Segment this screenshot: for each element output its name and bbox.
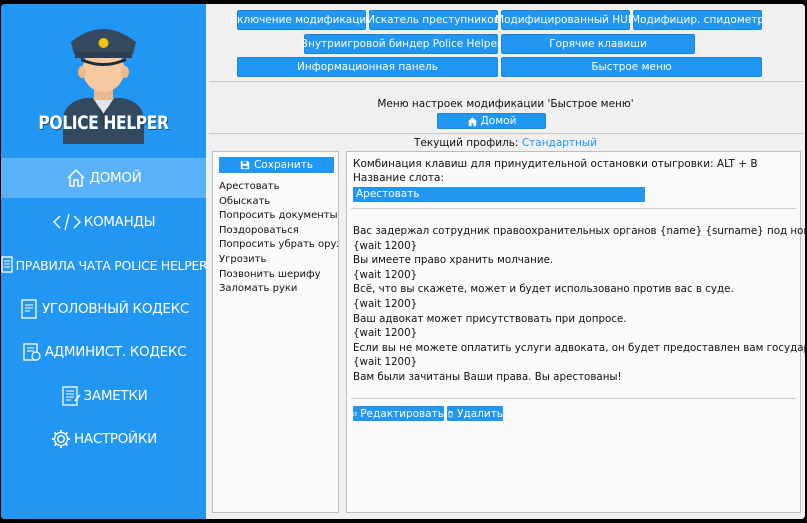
- slot-item[interactable]: Позвонить шерифу: [219, 268, 338, 283]
- slot-list-panel: Сохранить Арестовать Обыскать Попросить …: [212, 151, 339, 513]
- message-line: {wait 1200}: [353, 356, 418, 369]
- criminal-code-icon: [18, 298, 40, 320]
- mods-enable-button[interactable]: Включение модификаций: [230, 10, 373, 30]
- stop-hotkey-text: Комбинация клавиш для принудительной ост…: [353, 158, 758, 170]
- sidebar-item-commands[interactable]: КОМАНДЫ: [1, 202, 206, 242]
- sidebar-item-home[interactable]: ДОМОЙ: [1, 158, 206, 198]
- divider: [351, 398, 796, 399]
- rules-icon: [1, 254, 14, 276]
- code-icon: [52, 211, 82, 233]
- slot-item[interactable]: Попросить документы: [219, 209, 338, 224]
- sidebar-item-criminal-code[interactable]: УГОЛОВНЫЙ КОДЕКС: [1, 289, 206, 329]
- hotkeys-button[interactable]: Горячие клавиши: [501, 34, 695, 54]
- sidebar-item-label: НАСТРОЙКИ: [74, 431, 157, 447]
- home-icon: [467, 116, 477, 126]
- divider: [209, 133, 803, 134]
- modified-hud-button[interactable]: Модифицированный HUD: [495, 10, 636, 30]
- message-line: Вам были зачитаны Ваши права. Вы арестов…: [353, 370, 622, 383]
- save-icon: [240, 160, 250, 170]
- trash-icon: [448, 410, 453, 417]
- sidebar-item-label: ПРАВИЛА ЧАТА POLICE HELPER: [15, 257, 208, 273]
- sidebar-item-label: ДОМОЙ: [89, 170, 142, 186]
- slot-item[interactable]: Поздороваться: [219, 224, 338, 239]
- app-logo-text: POLICE HELPER: [38, 112, 169, 134]
- admin-code-icon: [21, 341, 43, 363]
- edit-button-label: Редактировать: [360, 407, 444, 420]
- sidebar-item-chat-rules[interactable]: ПРАВИЛА ЧАТА POLICE HELPER: [1, 245, 208, 285]
- divider: [209, 81, 803, 82]
- message-line: Ваш адвокат может присутствовать при доп…: [353, 312, 627, 325]
- edit-icon: [353, 411, 357, 416]
- sidebar-item-admin-code[interactable]: АДМИНИСТ. КОДЕКС: [1, 332, 206, 372]
- info-panel-button[interactable]: Информационная панель: [237, 57, 498, 77]
- sidebar: POLICE HELPER ДОМОЙ КОМАНДЫ ПРАВИЛА ЧАТА…: [1, 4, 208, 519]
- home-button[interactable]: Домой: [437, 113, 546, 129]
- sidebar-item-settings[interactable]: НАСТРОЙКИ: [1, 419, 206, 459]
- page-title: Меню настроек модификации 'Быстрое меню': [377, 98, 634, 110]
- profile-label: Текущий профиль:: [413, 137, 519, 149]
- profile-value[interactable]: Стандартный: [522, 137, 597, 149]
- delete-button-label: Удалить: [457, 407, 503, 420]
- sidebar-item-label: ЗАМЕТКИ: [83, 387, 148, 404]
- delete-button[interactable]: Удалить: [447, 406, 503, 421]
- message-line: Вас задержал сотрудник правоохранительны…: [353, 225, 805, 237]
- gear-icon: [50, 428, 72, 450]
- divider: [351, 208, 796, 209]
- sidebar-item-notes[interactable]: ЗАМЕТКИ: [1, 376, 206, 416]
- sidebar-item-label: КОМАНДЫ: [83, 213, 156, 230]
- slot-item[interactable]: Угрозить: [219, 253, 338, 268]
- slot-editor-panel: Комбинация клавиш для принудительной ост…: [346, 151, 805, 513]
- criminal-finder-button[interactable]: Искатель преступников: [367, 10, 500, 30]
- message-line: {wait 1200}: [353, 268, 418, 281]
- slot-list: Арестовать Обыскать Попросить документы …: [219, 180, 338, 297]
- home-button-label: Домой: [480, 115, 517, 127]
- main-content: Включение модификаций Искатель преступни…: [206, 4, 805, 519]
- modified-speedometer-button[interactable]: Модифицир. спидометр: [631, 10, 764, 30]
- edit-button[interactable]: Редактировать: [353, 406, 444, 421]
- message-line: Если вы не можете оплатить услуги адвока…: [353, 341, 805, 354]
- save-button[interactable]: Сохранить: [219, 157, 334, 173]
- save-button-label: Сохранить: [253, 159, 314, 171]
- quick-menu-button[interactable]: Быстрое меню: [501, 57, 762, 77]
- slot-name-field[interactable]: Арестовать: [353, 187, 645, 202]
- home-icon: [65, 167, 87, 189]
- ingame-binder-button[interactable]: Внутриигровой биндер Police Helper: [301, 34, 501, 54]
- message-line: {wait 1200}: [353, 297, 418, 310]
- sidebar-item-label: УГОЛОВНЫЙ КОДЕКС: [41, 300, 190, 317]
- slot-item[interactable]: Арестовать: [219, 180, 338, 195]
- slot-item[interactable]: Заломать руки: [219, 282, 338, 297]
- message-line: {wait 1200}: [353, 239, 418, 252]
- slot-message-lines: Вас задержал сотрудник правоохранительны…: [353, 224, 805, 385]
- message-line: {wait 1200}: [353, 327, 418, 340]
- slot-name-label: Название слота:: [353, 172, 445, 184]
- sidebar-nav: ДОМОЙ КОМАНДЫ ПРАВИЛА ЧАТА POLICE HELPER…: [1, 158, 208, 463]
- notes-icon: [60, 385, 82, 407]
- slot-item[interactable]: Обыскать: [219, 195, 338, 210]
- current-profile: Текущий профиль: Стандартный: [206, 137, 805, 149]
- slot-item[interactable]: Попросить убрать оружие: [219, 238, 338, 253]
- sidebar-item-label: АДМИНИСТ. КОДЕКС: [44, 344, 187, 360]
- app-window: POLICE HELPER ДОМОЙ КОМАНДЫ ПРАВИЛА ЧАТА…: [1, 4, 805, 519]
- message-line: Вы имеете право хранить молчание.: [353, 254, 554, 267]
- message-line: Всё, что вы скажете, может и будет испол…: [353, 283, 734, 296]
